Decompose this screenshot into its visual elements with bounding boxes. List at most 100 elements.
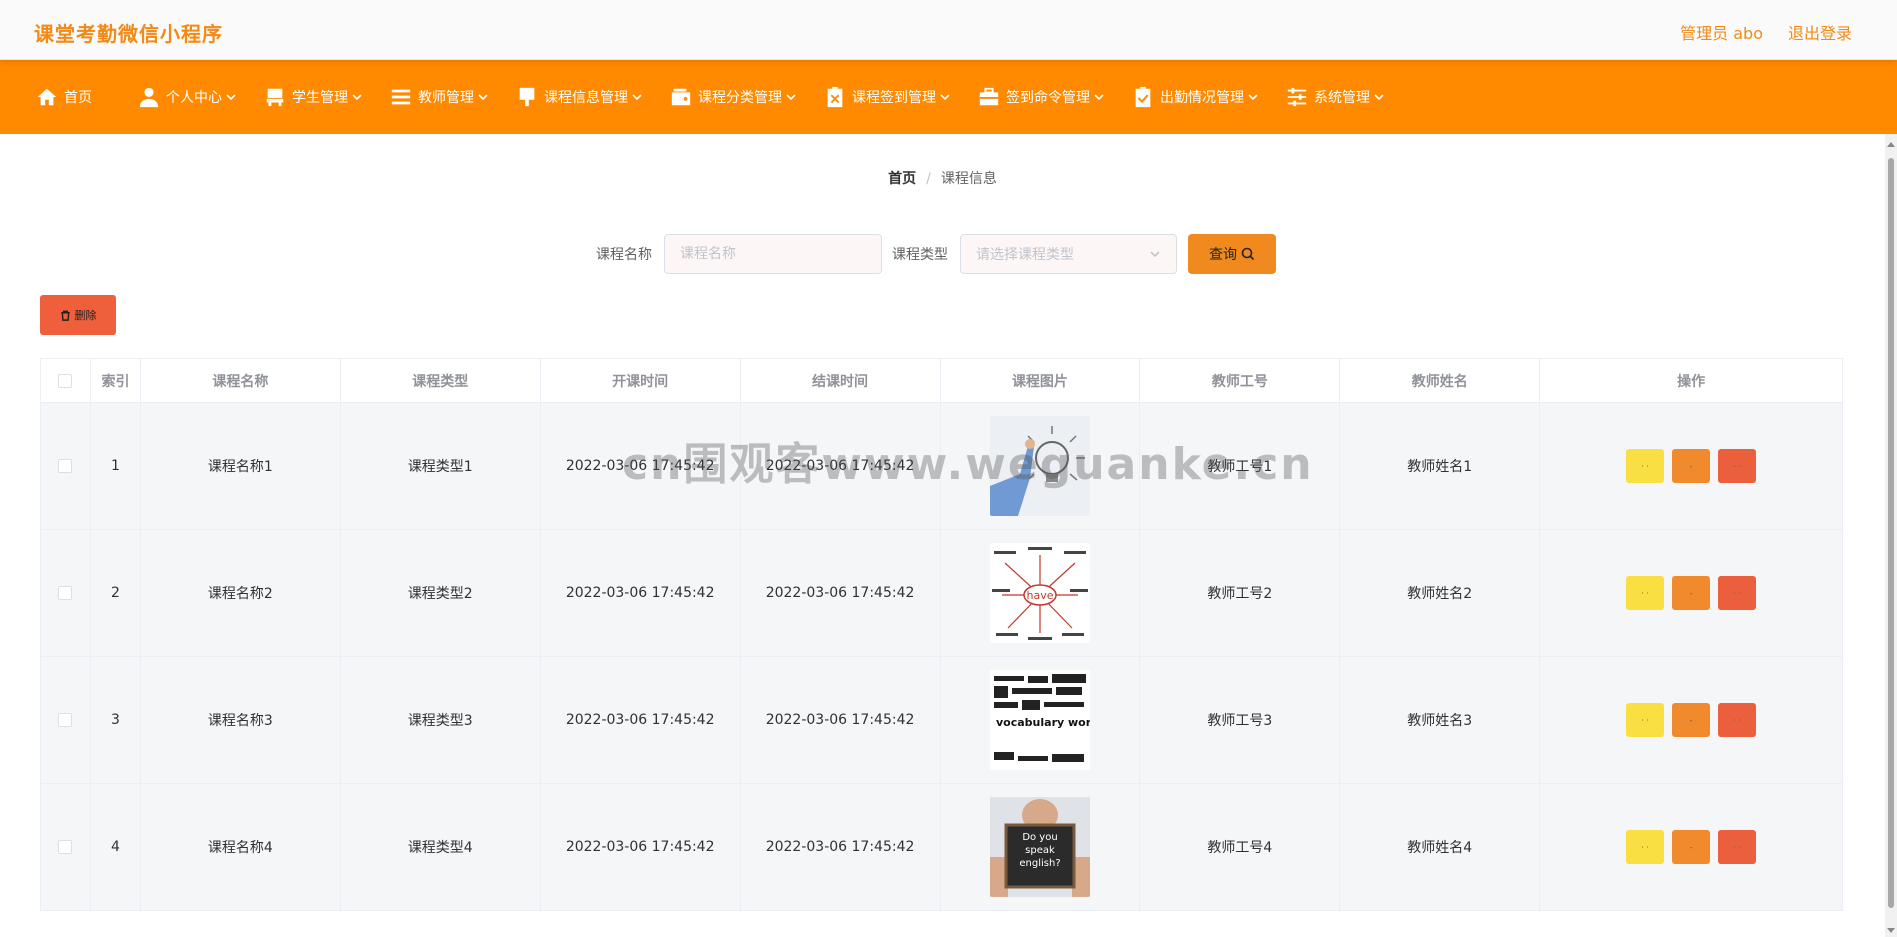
- edit-button[interactable]: -: [1672, 576, 1711, 610]
- image-text: Do you speak english?: [1019, 832, 1061, 869]
- view-button[interactable]: · ·: [1626, 449, 1665, 483]
- chevron-down-icon: [1374, 94, 1384, 101]
- lightbulb-person-image: [989, 416, 1090, 516]
- nav-item-course-category[interactable]: 课程分类管理: [670, 86, 796, 108]
- course-name-input[interactable]: [664, 234, 882, 274]
- delete-button[interactable]: · ·: [1718, 449, 1757, 483]
- row-operations: · · - · ·: [1540, 530, 1843, 657]
- page-scrollbar[interactable]: [1885, 134, 1897, 937]
- search-icon: [1241, 247, 1255, 261]
- nav-item-course-signin[interactable]: 课程签到管理: [824, 86, 950, 108]
- header-index: 索引: [90, 359, 141, 403]
- have-mindmap-image: have: [989, 543, 1090, 643]
- row-teacher-name: 教师姓名3: [1340, 657, 1541, 784]
- briefcase-icon: [979, 87, 999, 106]
- list-icon: [391, 89, 411, 105]
- scroll-up-arrow[interactable]: [1887, 142, 1895, 147]
- chevron-down-icon: [1248, 94, 1258, 101]
- nav-item-attendance[interactable]: 出勤情况管理: [1132, 86, 1258, 108]
- nav-item-label: 出勤情况管理: [1160, 90, 1244, 106]
- row-operations: · · - · ·: [1540, 403, 1843, 530]
- course-type-select[interactable]: 请选择课程类型: [960, 234, 1177, 274]
- select-all-checkbox[interactable]: [58, 373, 73, 388]
- user-icon: [139, 87, 159, 108]
- nav-item-label: 系统管理: [1314, 90, 1370, 106]
- chevron-down-icon: [632, 94, 642, 101]
- nav-item-system[interactable]: 系统管理: [1286, 86, 1384, 108]
- row-start-time: 2022-03-06 17:45:42: [540, 403, 741, 530]
- do-you-speak-english-image: Do you speak english?: [989, 797, 1090, 897]
- table-row: 2 课程名称2 课程类型2 2022-03-06 17:45:42 2022-0…: [41, 530, 1843, 657]
- wallet-icon: [671, 88, 691, 106]
- chair-icon: [266, 88, 284, 107]
- nav-item-teachers[interactable]: 教师管理: [390, 86, 488, 108]
- breadcrumb-home[interactable]: 首页: [888, 171, 916, 187]
- image-text: have: [1026, 589, 1053, 602]
- nav-item-label: 教师管理: [418, 90, 474, 106]
- logout-link[interactable]: 退出登录: [1788, 20, 1852, 44]
- row-checkbox[interactable]: [58, 713, 73, 727]
- row-course-name: 课程名称3: [140, 657, 341, 784]
- row-image-cell: Do you speak english?: [940, 784, 1141, 911]
- nav-item-label: 首页: [64, 90, 92, 106]
- scroll-thumb[interactable]: [1888, 158, 1894, 908]
- row-checkbox-cell: [41, 530, 91, 657]
- edit-button[interactable]: -: [1672, 830, 1711, 864]
- delete-button[interactable]: · ·: [1718, 830, 1757, 864]
- nav-item-home[interactable]: 首页: [36, 86, 92, 108]
- view-button[interactable]: · ·: [1626, 830, 1665, 864]
- nav-item-label: 课程分类管理: [698, 90, 782, 106]
- row-start-time: 2022-03-06 17:45:42: [540, 530, 741, 657]
- nav-item-label: 学生管理: [292, 90, 348, 106]
- nav-item-course-info[interactable]: 课程信息管理: [516, 86, 642, 108]
- app-title: 课堂考勤微信小程序: [34, 22, 223, 46]
- course-name-label: 课程名称: [596, 247, 652, 263]
- header-start-time: 开课时间: [540, 359, 741, 403]
- nav-item-students[interactable]: 学生管理: [264, 86, 362, 108]
- chevron-down-icon: [1150, 251, 1160, 258]
- row-course-name: 课程名称4: [140, 784, 341, 911]
- row-start-time: 2022-03-06 17:45:42: [540, 784, 741, 911]
- course-type-placeholder: 请选择课程类型: [976, 247, 1074, 263]
- row-checkbox-cell: [41, 657, 91, 784]
- row-course-type: 课程类型1: [340, 403, 541, 530]
- nav-item-profile[interactable]: 个人中心: [138, 86, 236, 108]
- nav-item-label: 个人中心: [166, 90, 222, 106]
- scroll-down-arrow[interactable]: [1887, 928, 1895, 933]
- row-checkbox-cell: [41, 403, 91, 530]
- main-nav: 首页 个人中心 学生管理 教师管理 课程信息管理 课程分类管理 课程签到管理 签…: [0, 60, 1897, 134]
- row-teacher-no: 教师工号1: [1140, 403, 1341, 530]
- table-row: 1 课程名称1 课程类型1 2022-03-06 17:45:42 2022-0…: [41, 403, 1843, 530]
- row-operations: · · - · ·: [1540, 784, 1843, 911]
- row-end-time: 2022-03-06 17:45:42: [740, 530, 941, 657]
- breadcrumb-current: 课程信息: [940, 171, 997, 187]
- edit-button[interactable]: -: [1672, 449, 1711, 483]
- row-course-type: 课程类型3: [340, 657, 541, 784]
- admin-username: 管理员 abo: [1680, 24, 1763, 43]
- delete-button[interactable]: · ·: [1718, 576, 1757, 610]
- image-text: vocabulary words: [996, 716, 1090, 729]
- batch-delete-button[interactable]: 删除: [40, 295, 116, 335]
- view-button[interactable]: · ·: [1626, 703, 1665, 737]
- chevron-down-icon: [786, 94, 796, 101]
- course-type-label: 课程类型: [892, 247, 948, 263]
- row-end-time: 2022-03-06 17:45:42: [740, 403, 941, 530]
- nav-item-signin-command[interactable]: 签到命令管理: [978, 86, 1104, 108]
- row-checkbox[interactable]: [58, 459, 73, 473]
- row-checkbox[interactable]: [58, 840, 73, 854]
- row-operations: · · - · ·: [1540, 657, 1843, 784]
- delete-button[interactable]: · ·: [1718, 703, 1757, 737]
- nav-item-label: 签到命令管理: [1006, 90, 1090, 106]
- row-teacher-no: 教师工号4: [1140, 784, 1341, 911]
- edit-button[interactable]: -: [1672, 703, 1711, 737]
- row-end-time: 2022-03-06 17:45:42: [740, 657, 941, 784]
- vocabulary-words-image: vocabulary words: [989, 670, 1090, 770]
- view-button[interactable]: · ·: [1626, 576, 1665, 610]
- nav-item-label: 课程签到管理: [852, 90, 936, 106]
- header-end-time: 结课时间: [740, 359, 941, 403]
- row-checkbox[interactable]: [58, 586, 73, 600]
- table-body: 1 课程名称1 课程类型1 2022-03-06 17:45:42 2022-0…: [41, 403, 1843, 911]
- header-checkbox-cell: [41, 359, 91, 403]
- row-image-cell: have: [940, 530, 1141, 657]
- query-button[interactable]: 查询: [1188, 234, 1276, 274]
